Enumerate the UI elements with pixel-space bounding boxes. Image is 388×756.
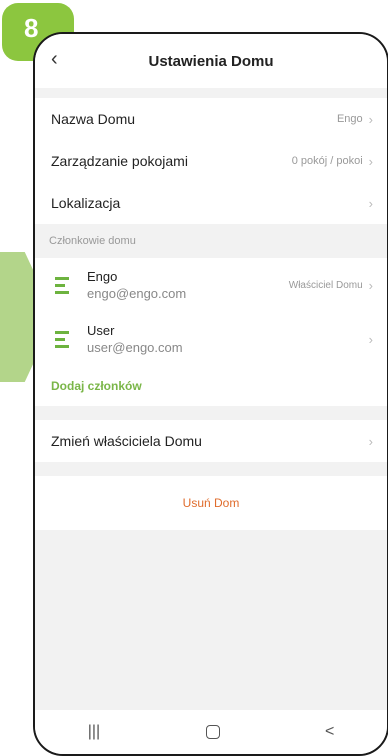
- location-row[interactable]: Lokalizacja ›: [35, 182, 387, 224]
- chevron-right-icon: ›: [368, 433, 373, 449]
- chevron-left-icon[interactable]: ‹: [51, 48, 73, 70]
- chevron-right-icon: ›: [368, 277, 373, 293]
- transfer-owner-row[interactable]: Zmień właściciela Domu ›: [35, 420, 387, 462]
- member-row-user[interactable]: User user@engo.com ›: [35, 312, 387, 366]
- member-name: Engo: [87, 269, 118, 284]
- location-label: Lokalizacja: [51, 195, 121, 211]
- room-management-value: 0 pokój / pokoi: [291, 155, 363, 167]
- back-nav-icon[interactable]: <: [325, 723, 334, 741]
- phone-frame: ‹ Ustawienia Domu Nazwa Domu Engo › Zarz…: [33, 32, 388, 756]
- member-row-engo[interactable]: Engo engo@engo.com Właściciel Domu ›: [35, 258, 387, 312]
- divider: [35, 88, 387, 98]
- member-email: user@engo.com: [87, 340, 183, 355]
- divider: [35, 462, 387, 476]
- delete-home-button[interactable]: Usuń Dom: [35, 476, 387, 530]
- recent-apps-icon[interactable]: |||: [88, 723, 100, 741]
- android-navbar: ||| <: [35, 710, 387, 754]
- add-members-button[interactable]: Dodaj członków: [35, 366, 387, 406]
- home-icon[interactable]: [205, 725, 220, 739]
- member-email: engo@engo.com: [87, 286, 187, 301]
- room-management-label: Zarządzanie pokojami: [51, 153, 188, 169]
- members-section-title: Członkowie domu: [35, 224, 387, 258]
- delete-home-label: Usuń Dom: [182, 496, 240, 510]
- chevron-right-icon: ›: [368, 111, 373, 127]
- chevron-right-icon: ›: [368, 331, 373, 347]
- member-icon: [55, 276, 69, 294]
- header: ‹ Ustawienia Domu: [35, 34, 387, 88]
- member-role: Właściciel Domu: [288, 279, 363, 291]
- home-name-row[interactable]: Nazwa Domu Engo ›: [35, 98, 387, 140]
- divider: [35, 406, 387, 420]
- page-title: Ustawienia Domu: [148, 52, 274, 70]
- member-icon: [55, 330, 69, 348]
- room-management-row[interactable]: Zarządzanie pokojami 0 pokój / pokoi ›: [35, 140, 387, 182]
- home-name-label: Nazwa Domu: [51, 111, 136, 127]
- chevron-right-icon: ›: [368, 153, 373, 169]
- chevron-right-icon: ›: [368, 195, 373, 211]
- member-name: User: [87, 323, 115, 338]
- transfer-owner-label: Zmień właściciela Domu: [51, 433, 202, 449]
- home-name-value: Engo: [336, 113, 363, 125]
